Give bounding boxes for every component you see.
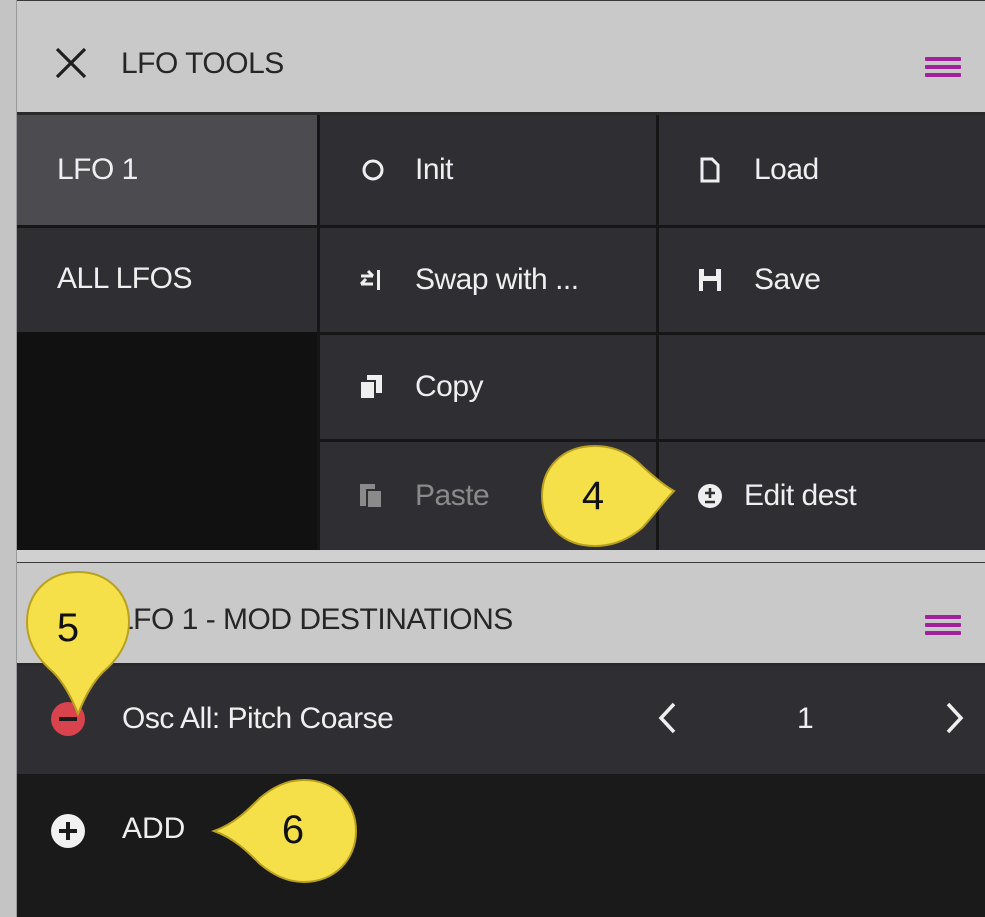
load-label: Load bbox=[754, 153, 819, 186]
edit-dest-label: Edit dest bbox=[744, 479, 857, 512]
grid-divider bbox=[320, 332, 985, 335]
swap-icon bbox=[359, 269, 380, 290]
mod-destinations-panel: LFO 1 - MOD DESTINATIONS Osc All: Pitch … bbox=[17, 562, 985, 917]
tab-label: LFO 1 bbox=[57, 153, 138, 186]
edit-dest-button[interactable]: Edit dest bbox=[659, 442, 985, 550]
file-icon bbox=[700, 157, 720, 183]
tab-label: ALL LFOS bbox=[57, 262, 192, 295]
swap-button[interactable]: Swap with ... bbox=[320, 228, 656, 332]
tab-lfo-1[interactable]: LFO 1 bbox=[17, 115, 317, 225]
save-button[interactable]: Save bbox=[659, 228, 985, 332]
copy-label: Copy bbox=[415, 370, 484, 403]
mod-destinations-header: LFO 1 - MOD DESTINATIONS bbox=[17, 562, 985, 666]
panel-gap bbox=[17, 550, 985, 562]
panel-title: LFO TOOLS bbox=[121, 47, 284, 80]
copy-button[interactable]: Copy bbox=[320, 335, 656, 439]
panel-title: LFO 1 - MOD DESTINATIONS bbox=[117, 603, 513, 636]
copy-icon bbox=[359, 375, 382, 400]
callout-4-bubble bbox=[540, 444, 676, 548]
left-edge-strip bbox=[0, 0, 17, 917]
destination-index: 1 bbox=[797, 702, 814, 735]
paste-icon bbox=[360, 484, 383, 509]
chevron-left-icon[interactable] bbox=[653, 700, 683, 736]
plus-minus-icon bbox=[698, 484, 722, 508]
menu-icon[interactable] bbox=[925, 615, 961, 635]
paste-label: Paste bbox=[415, 479, 490, 512]
destination-row: Osc All: Pitch Coarse bbox=[17, 666, 985, 774]
swap-label: Swap with ... bbox=[415, 263, 579, 296]
empty-action-cell bbox=[659, 335, 985, 439]
callout-5-number: 5 bbox=[56, 606, 80, 650]
add-label[interactable]: ADD bbox=[122, 812, 185, 846]
add-icon[interactable] bbox=[51, 814, 85, 848]
callout-4-number: 4 bbox=[581, 474, 605, 518]
lfo-tools-header: LFO TOOLS bbox=[17, 0, 985, 115]
init-label: Init bbox=[415, 153, 454, 186]
tab-all-lfos[interactable]: ALL LFOS bbox=[17, 226, 317, 332]
destination-label: Osc All: Pitch Coarse bbox=[122, 702, 394, 735]
tab-area-empty bbox=[17, 332, 317, 550]
callout-6-number: 6 bbox=[281, 808, 305, 852]
close-icon[interactable] bbox=[53, 45, 89, 81]
load-button[interactable]: Load bbox=[659, 115, 985, 225]
menu-icon[interactable] bbox=[925, 57, 961, 77]
lfo-tools-panel: LFO TOOLS LFO 1 ALL LFOS Init Load Swap … bbox=[17, 0, 985, 550]
init-button[interactable]: Init bbox=[320, 115, 656, 225]
save-label: Save bbox=[754, 263, 821, 296]
chevron-right-icon[interactable] bbox=[939, 700, 969, 736]
grid-divider bbox=[17, 225, 985, 228]
floppy-disk-icon bbox=[699, 269, 721, 291]
circle-icon bbox=[362, 159, 384, 181]
